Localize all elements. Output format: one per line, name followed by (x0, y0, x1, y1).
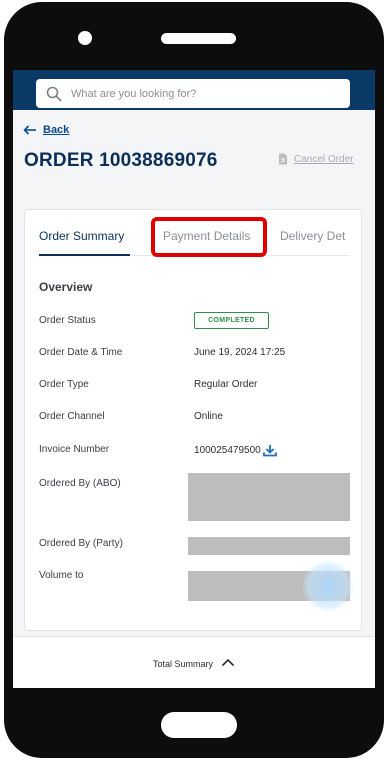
invoice-number-value: 100025479500 (194, 445, 261, 456)
order-channel-value: Online (194, 411, 223, 422)
ordered-by-party-label: Ordered By (Party) (39, 538, 123, 549)
order-channel-label: Order Channel (39, 411, 105, 422)
search-icon (46, 86, 62, 101)
front-camera (78, 31, 92, 45)
document-icon (279, 153, 287, 165)
speaker-grille (161, 33, 236, 44)
redacted-abo-value (188, 473, 350, 521)
redacted-party-value (188, 537, 350, 555)
volume-to-label: Volume to (39, 570, 84, 581)
cancel-order-button[interactable]: Cancel Order (278, 153, 353, 165)
back-label: Back (43, 124, 70, 136)
tab-order-summary[interactable]: Order Summary (39, 229, 124, 243)
active-tab-indicator (39, 254, 130, 256)
tab-bar: Order Summary Payment Details Delivery D… (39, 210, 349, 257)
back-link[interactable]: Back (23, 124, 69, 136)
invoice-number-label: Invoice Number (39, 444, 110, 455)
cancel-order-label: Cancel Order (294, 153, 354, 165)
header-bar (13, 70, 375, 110)
total-summary-label: Total Summary (152, 658, 214, 669)
order-type-label: Order Type (39, 379, 89, 390)
order-date-value: June 19, 2024 17:25 (194, 347, 286, 358)
payment-tab-highlight (151, 217, 267, 257)
order-status-label: Order Status (39, 315, 96, 326)
overview-heading: Overview (39, 280, 93, 294)
invoice-number-link[interactable]: 100025479500 (194, 444, 277, 457)
search-input[interactable] (71, 87, 331, 100)
app-screen: Back ORDER 10038869076 Cancel Order Orde… (13, 70, 375, 688)
order-type-value: Regular Order (194, 379, 258, 390)
download-icon[interactable] (262, 444, 277, 457)
arrow-left-icon (23, 125, 36, 135)
order-date-label: Order Date & Time (39, 347, 123, 358)
ordered-by-abo-label: Ordered By (ABO) (39, 478, 121, 489)
page-title: ORDER 10038869076 (24, 150, 218, 171)
home-button[interactable] (161, 712, 237, 738)
total-summary-bar[interactable]: Total Summary (13, 636, 375, 688)
floating-action-button[interactable] (302, 560, 354, 612)
tab-delivery-details[interactable]: Delivery Det (280, 229, 345, 243)
status-badge: COMPLETED (194, 312, 269, 329)
search-bar[interactable] (36, 79, 350, 108)
chevron-up-icon[interactable] (221, 658, 235, 667)
